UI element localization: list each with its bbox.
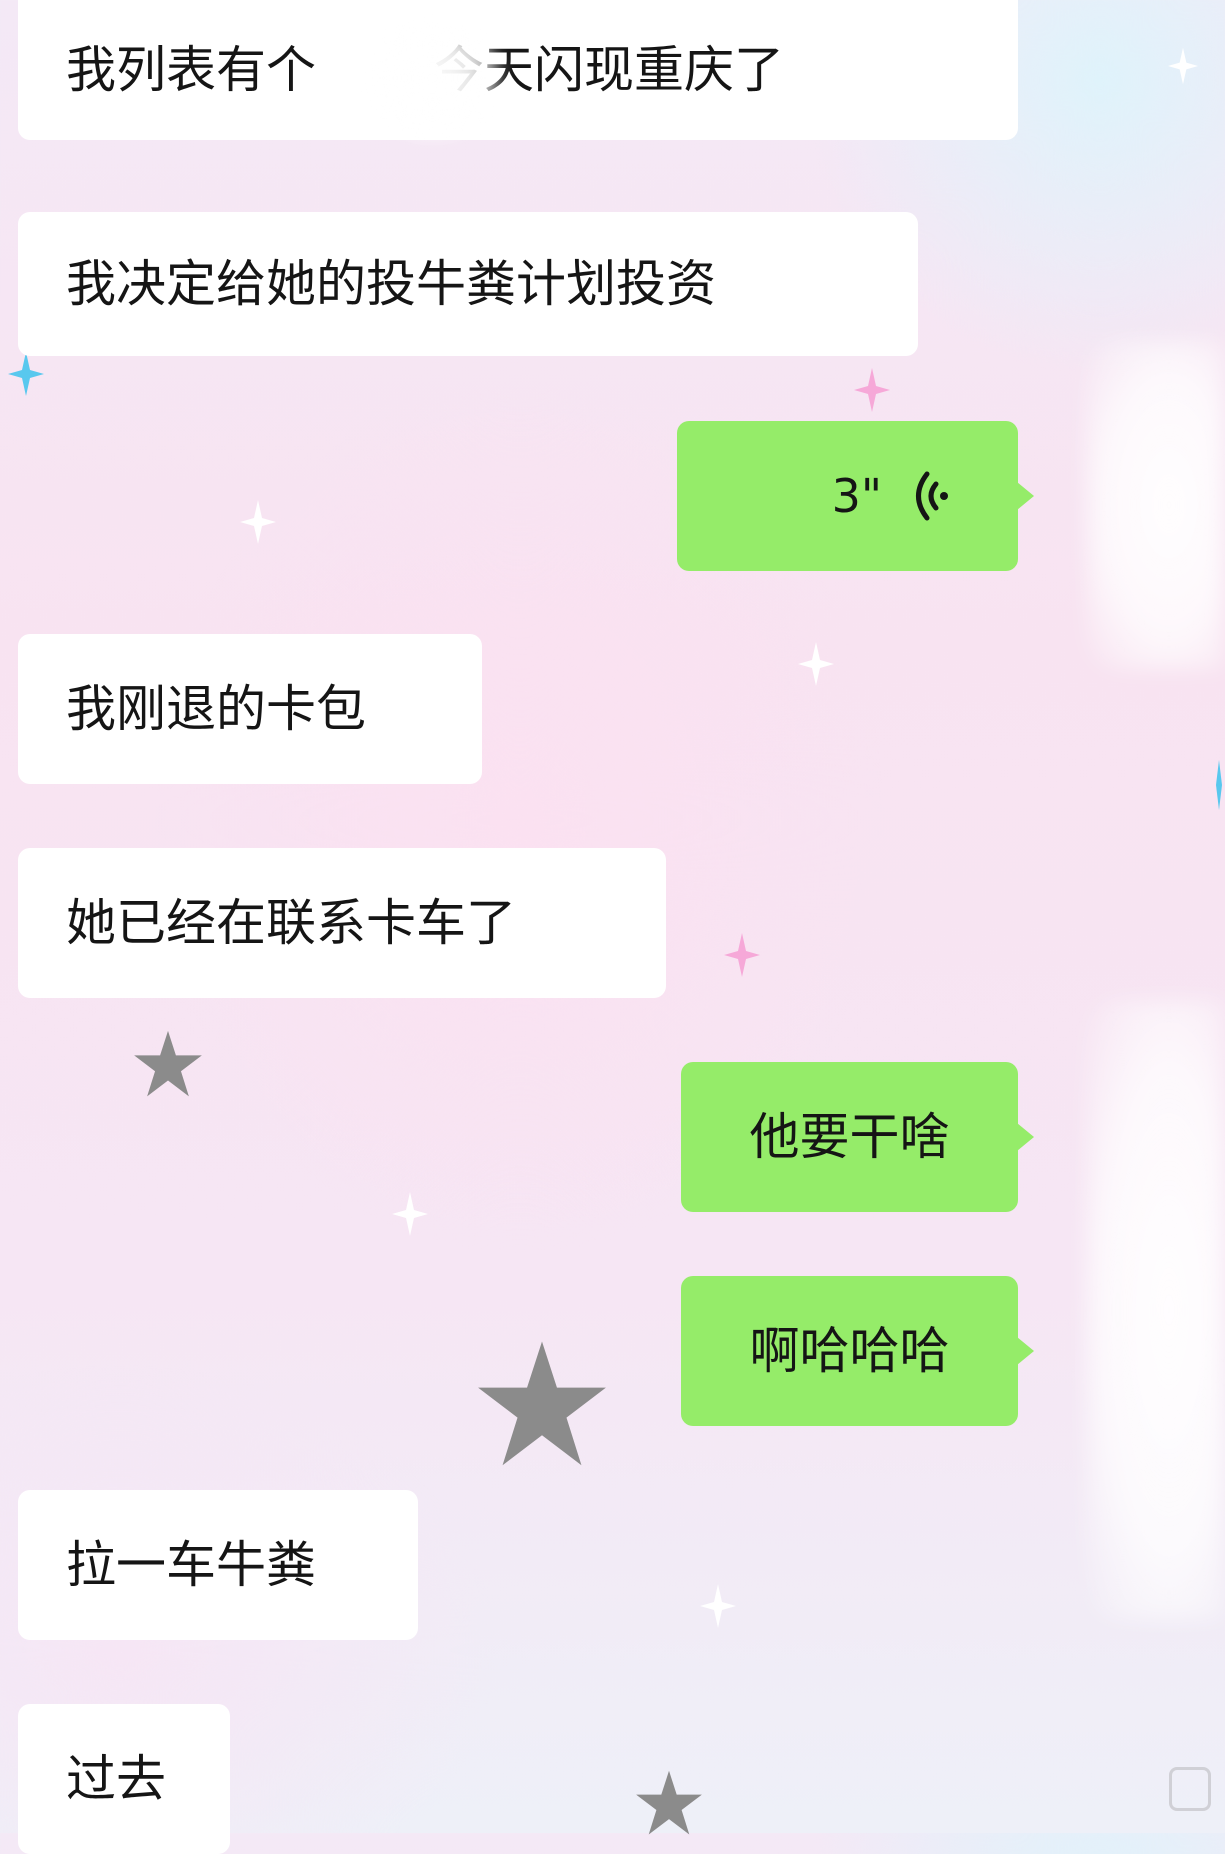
- message-bubble-received[interactable]: 她已经在联系卡车了: [18, 848, 666, 998]
- message-bubble-sent[interactable]: 他要干啥: [681, 1062, 1034, 1212]
- message-bubble-received[interactable]: 我刚退的卡包: [18, 634, 482, 784]
- star-icon: [636, 1770, 702, 1835]
- message-bubble-sent[interactable]: 啊哈哈哈: [681, 1276, 1034, 1426]
- message-bubble-received[interactable]: 我决定给她的投牛粪计划投资: [18, 212, 918, 356]
- sparkle-icon: [240, 500, 276, 544]
- message-text: 我列表有个: [66, 41, 316, 99]
- star-icon: [134, 1030, 202, 1097]
- message-bubble-received[interactable]: 我列表有个 今天闪现重庆了: [18, 0, 1018, 140]
- voice-duration: 3": [831, 469, 882, 523]
- avatar[interactable]: [1085, 340, 1225, 670]
- message-text: 我决定给她的投牛粪计划投资: [66, 255, 716, 313]
- sparkle-icon: [1216, 760, 1222, 810]
- sparkle-icon: [798, 642, 834, 686]
- sparkle-icon: [392, 1192, 428, 1236]
- voice-wave-icon: [916, 471, 948, 521]
- sparkle-icon: [854, 368, 890, 412]
- message-text: 他要干啥: [749, 1108, 950, 1166]
- voice-message-bubble[interactable]: 3": [677, 421, 1034, 571]
- sparkle-icon: [700, 1584, 736, 1628]
- message-text: 过去: [66, 1750, 166, 1808]
- sparkle-icon: [8, 352, 44, 396]
- message-bubble-received[interactable]: 拉一车牛粪: [18, 1490, 418, 1640]
- message-text: 啊哈哈哈: [749, 1322, 950, 1380]
- redaction-blur: [365, 18, 500, 138]
- sparkle-icon: [724, 933, 760, 977]
- sparkle-icon: [1168, 47, 1198, 85]
- message-text: 拉一车牛粪: [66, 1536, 316, 1594]
- chat-area[interactable]: 我列表有个 今天闪现重庆了 我决定给她的投牛粪计划投资 3" 我刚退的卡包 她已…: [0, 0, 1225, 1854]
- star-icon: [478, 1341, 606, 1466]
- window-handle-icon: [1169, 1767, 1211, 1811]
- message-bubble-received[interactable]: 过去: [18, 1704, 230, 1854]
- avatar[interactable]: [1085, 1000, 1225, 1620]
- message-text: 她已经在联系卡车了: [66, 894, 516, 952]
- message-text: 我刚退的卡包: [66, 680, 366, 738]
